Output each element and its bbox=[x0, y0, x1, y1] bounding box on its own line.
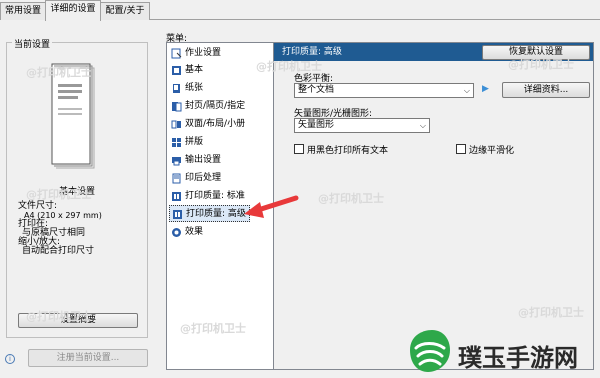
watermark-text: @打印机卫士 bbox=[26, 66, 92, 79]
info-icon: i bbox=[5, 354, 15, 364]
chevron-down-icon: ⌵ bbox=[419, 121, 426, 130]
black-text-checkbox[interactable] bbox=[294, 144, 304, 154]
menu-item-cover[interactable]: 封页/隔页/指定 bbox=[169, 98, 248, 115]
watermark-text: @打印机卫士 bbox=[26, 188, 92, 201]
menu-item-quality-standard[interactable]: 打印质量: 标准 bbox=[169, 188, 248, 205]
chevron-down-icon: ⌵ bbox=[463, 86, 470, 95]
tab-detailed-settings[interactable]: 详细的设置 bbox=[45, 0, 101, 21]
effects-icon bbox=[172, 228, 181, 237]
watermark-text: @打印机卫士 bbox=[318, 192, 384, 205]
basic-icon bbox=[172, 66, 181, 75]
color-balance-select[interactable]: 整个文档 ⌵ bbox=[294, 83, 474, 98]
brand-logo-icon bbox=[410, 330, 450, 372]
scale-value: 自动配合打印尺寸 bbox=[22, 246, 95, 256]
tab-config-about[interactable]: 配置/关于 bbox=[100, 2, 150, 20]
watermark-text: @打印机卫士 bbox=[508, 58, 574, 71]
current-settings-title: 当前设置 bbox=[12, 37, 53, 50]
menu-item-paper[interactable]: 纸张 bbox=[169, 80, 206, 97]
black-text-label: 用黑色打印所有文本 bbox=[307, 146, 389, 156]
quality-advanced-icon bbox=[173, 210, 182, 219]
edge-smoothing-label: 边缘平滑化 bbox=[469, 146, 515, 156]
finishing-icon bbox=[172, 173, 181, 184]
menu-item-finishing[interactable]: 印后处理 bbox=[169, 170, 224, 187]
duplex-icon bbox=[171, 120, 181, 129]
menu-item-quality-advanced[interactable]: 打印质量: 高级 bbox=[169, 205, 250, 222]
tab-common-settings[interactable]: 常用设置 bbox=[0, 2, 46, 20]
job-icon bbox=[171, 48, 182, 59]
tab-bar: 常用设置 详细的设置 配置/关于 bbox=[0, 0, 600, 21]
watermark-text: @打印机卫士 bbox=[26, 310, 92, 323]
brand-name: 璞玉手游网 bbox=[458, 344, 578, 372]
details-button[interactable]: 详细资料... bbox=[502, 82, 590, 98]
vector-raster-select[interactable]: 矢量图形 ⌵ bbox=[294, 118, 430, 133]
menu-item-basic[interactable]: 基本 bbox=[169, 62, 206, 79]
menu-item-output[interactable]: 输出设置 bbox=[169, 152, 224, 169]
play-arrow-icon[interactable]: ▶ bbox=[482, 84, 489, 94]
watermark-text: @打印机卫士 bbox=[518, 306, 584, 319]
paper-icon bbox=[173, 84, 180, 93]
paper-size-label: 文件尺寸: bbox=[18, 201, 58, 211]
watermark-text: @打印机卫士 bbox=[256, 60, 322, 73]
register-current-settings-button[interactable]: 注册当前设置... bbox=[28, 349, 148, 367]
menu-item-effects[interactable]: 效果 bbox=[169, 224, 206, 241]
menu-item-job-settings[interactable]: 作业设置 bbox=[169, 45, 224, 62]
cover-icon bbox=[172, 102, 182, 112]
menu-item-duplex[interactable]: 双面/布局/小册 bbox=[169, 116, 248, 133]
annotation-arrow-icon bbox=[244, 195, 299, 218]
imposition-icon bbox=[172, 138, 181, 147]
quality-standard-icon bbox=[172, 192, 181, 201]
menu-item-imposition[interactable]: 拼版 bbox=[169, 134, 206, 151]
output-icon bbox=[172, 157, 181, 166]
edge-smoothing-checkbox[interactable] bbox=[456, 144, 466, 154]
settings-panel: 打印质量: 高级 恢复默认设置 色彩平衡: 整个文档 ⌵ ▶ 详细资料... 矢… bbox=[274, 42, 594, 370]
watermark-text: @打印机卫士 bbox=[180, 322, 246, 335]
settings-summary-text: 文件尺寸: A4 (210 x 297 mm) 打印在: 与原稿尺寸相同 缩小/… bbox=[18, 202, 102, 256]
